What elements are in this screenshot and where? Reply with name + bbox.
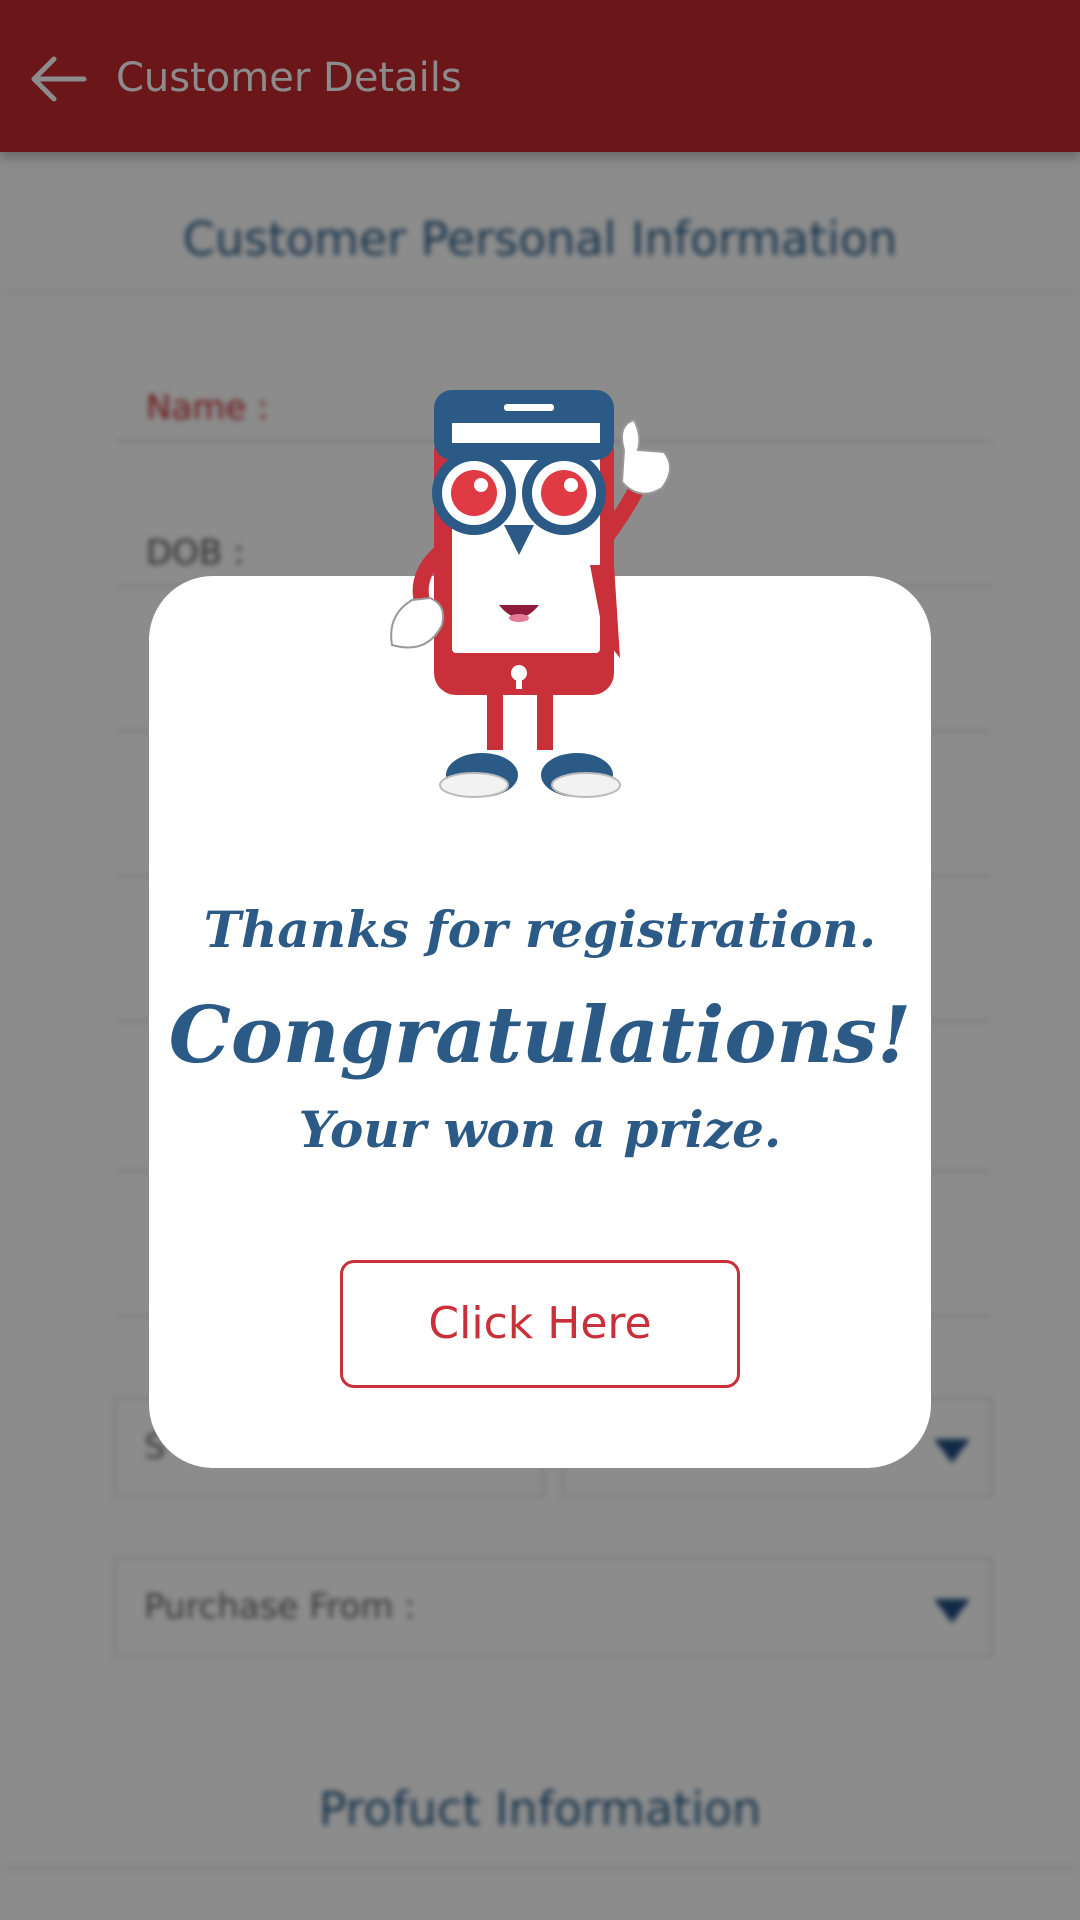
click-here-button[interactable]: Click Here bbox=[340, 1260, 740, 1388]
thanks-message: Thanks for registration. bbox=[203, 900, 877, 959]
congratulations-heading: Congratulations! bbox=[168, 990, 912, 1081]
prize-message: Your won a prize. bbox=[298, 1100, 782, 1159]
phone-mascot-icon bbox=[390, 390, 671, 798]
